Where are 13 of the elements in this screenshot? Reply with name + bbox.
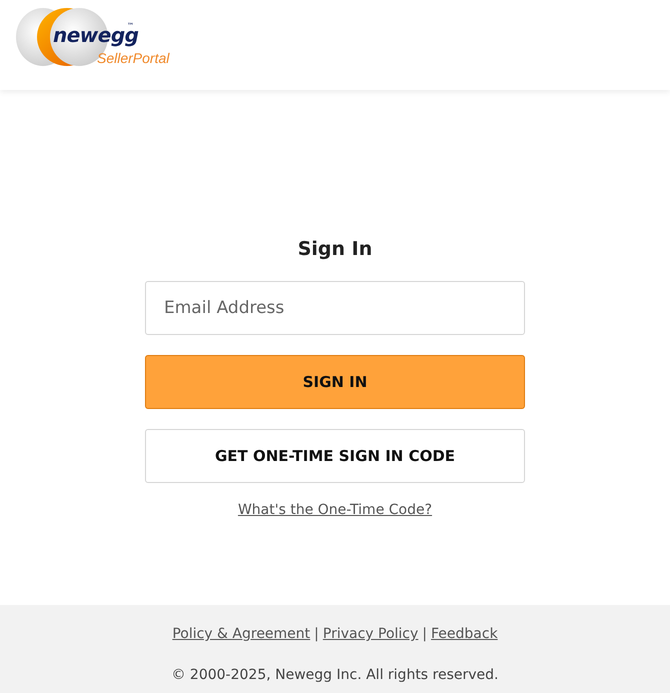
- copyright-text: © 2000-2025, Newegg Inc. All rights reserved.: [171, 666, 499, 685]
- one-time-code-button[interactable]: GET ONE-TIME SIGN IN CODE: [145, 429, 525, 483]
- sign-in-button[interactable]: SIGN IN: [145, 355, 525, 409]
- footer-link[interactable]: Feedback: [431, 624, 498, 645]
- footer-link[interactable]: Policy & Agreement: [172, 624, 310, 645]
- email-field[interactable]: Email Address: [145, 281, 525, 335]
- sign-in-title: Sign In: [298, 240, 372, 259]
- one-time-code-help-link[interactable]: What's the One-Time Code?: [238, 500, 432, 521]
- link-separator: |: [422, 625, 428, 644]
- logo-product: SellerPortal: [97, 51, 170, 65]
- footer-link[interactable]: Privacy Policy: [322, 624, 418, 645]
- link-separator: |: [314, 625, 319, 644]
- logo-brand: newegg: [53, 25, 138, 45]
